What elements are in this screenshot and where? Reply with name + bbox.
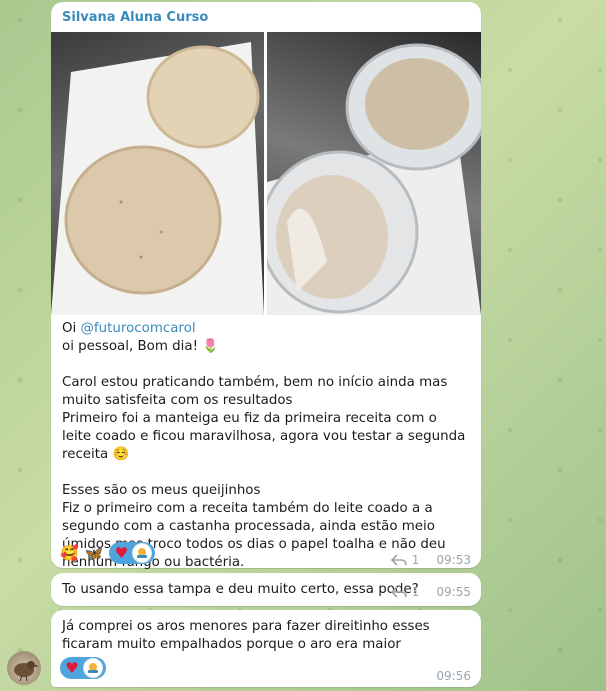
reply-icon[interactable] — [390, 554, 407, 566]
greeting-text: Oi — [62, 321, 81, 336]
reply-count[interactable]: 1 — [412, 553, 420, 567]
heart-icon: ♥ — [114, 544, 129, 562]
message-meta: 1 09:55 — [390, 585, 471, 599]
reply-count[interactable]: 1 — [412, 585, 420, 599]
reply-icon[interactable] — [390, 586, 407, 598]
reactor-avatar — [83, 658, 103, 678]
cheese-photo-2[interactable] — [267, 32, 481, 315]
message-bubble[interactable]: Silvana Aluna Curso Oi @futurocomcarol o… — [51, 2, 481, 570]
timestamp: 09:55 — [436, 585, 471, 599]
photo-illustration — [267, 43, 481, 315]
heart-icon: ♥ — [65, 659, 79, 677]
reactor-avatar — [132, 543, 153, 563]
mention-link[interactable]: @futurocomcarol — [81, 321, 196, 336]
timestamp: 09:53 — [436, 553, 471, 567]
cheese-photo-1[interactable] — [51, 32, 264, 315]
message-meta: 09:56 — [436, 669, 471, 683]
sender-avatar[interactable] — [7, 651, 41, 685]
logo-icon — [137, 548, 148, 558]
heart-reaction-pill[interactable]: ♥ — [109, 542, 156, 564]
message-meta: 1 09:53 — [390, 553, 471, 567]
message-bubble[interactable]: Já comprei os aros menores para fazer di… — [51, 610, 481, 687]
reaction-butterfly[interactable]: 🦋 — [85, 544, 104, 562]
sender-name[interactable]: Silvana Aluna Curso — [62, 10, 208, 25]
message-text: Já comprei os aros menores para fazer di… — [62, 619, 434, 652]
message-body: oi pessoal, Bom dia! 🌷 Carol estou prati… — [62, 339, 466, 570]
message-bubble[interactable]: To usando essa tampa e deu muito certo, … — [51, 573, 481, 606]
photo-illustration — [51, 42, 264, 315]
reactions-row: 🥰 🦋 ♥ — [60, 542, 156, 564]
heart-reaction-pill[interactable]: ♥ — [60, 657, 106, 679]
logo-icon — [88, 663, 98, 673]
reactions-row: ♥ — [60, 657, 106, 679]
reaction-smiling-hearts[interactable]: 🥰 — [60, 544, 79, 562]
timestamp: 09:56 — [436, 669, 471, 683]
bird-icon — [14, 661, 39, 682]
message-text: Oi @futurocomcarol oi pessoal, Bom dia! … — [62, 320, 470, 572]
